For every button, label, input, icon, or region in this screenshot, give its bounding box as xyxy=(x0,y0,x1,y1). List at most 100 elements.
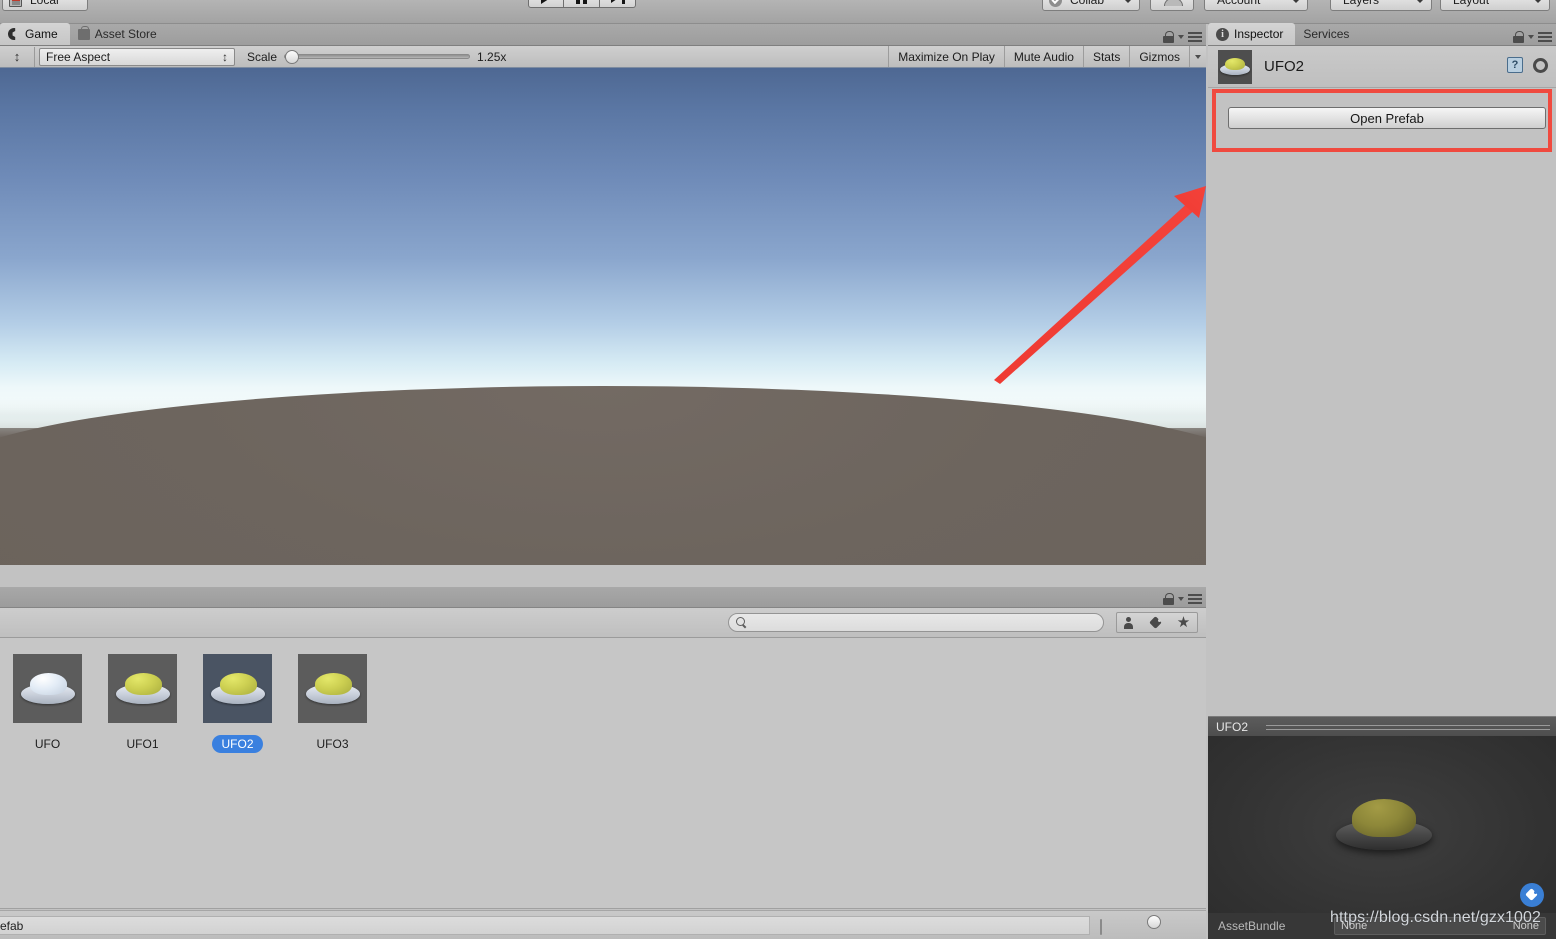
tab-inspector[interactable]: i Inspector xyxy=(1208,23,1296,45)
assetbundle-variant-value: None xyxy=(1512,920,1539,932)
chevron-down-icon[interactable] xyxy=(1178,597,1184,601)
asset-item-selected[interactable]: UFO2 xyxy=(190,654,285,753)
favorites-star-icon: ★ xyxy=(1176,614,1191,631)
play-button[interactable] xyxy=(528,0,564,8)
maximize-on-play-toggle[interactable]: Maximize On Play xyxy=(888,46,1004,67)
cloud-services-button[interactable] xyxy=(1150,0,1194,11)
filter-by-label-icon xyxy=(1150,617,1163,629)
chevron-down-icon[interactable] xyxy=(1528,35,1534,39)
hamburger-menu-icon[interactable] xyxy=(1538,32,1552,42)
open-prefab-button[interactable]: Open Prefab xyxy=(1228,107,1546,129)
thumbnail-zoom-slider[interactable] xyxy=(1100,915,1200,935)
help-icon[interactable]: ? xyxy=(1507,57,1523,73)
playback-controls xyxy=(528,0,636,8)
game-panel: Game Asset Store Free Aspect Scale xyxy=(0,23,1206,587)
chevron-down-icon xyxy=(1416,0,1424,3)
gizmos-label: Gizmos xyxy=(1139,49,1180,64)
assetbundle-value: None xyxy=(1341,920,1368,932)
sky-gradient xyxy=(0,68,1206,428)
label-tag-icon xyxy=(1526,889,1539,901)
asset-item[interactable]: UFO xyxy=(0,654,95,753)
aspect-ratio-dropdown[interactable]: Free Aspect xyxy=(39,47,235,66)
gizmos-dropdown[interactable] xyxy=(1189,46,1206,67)
tab-services[interactable]: Services xyxy=(1295,23,1361,45)
gear-icon[interactable] xyxy=(1533,57,1548,73)
preview-render[interactable]: AssetBundle None None xyxy=(1208,736,1556,939)
pause-button[interactable] xyxy=(564,0,600,8)
asset-thumbnail[interactable] xyxy=(108,654,177,723)
step-icon xyxy=(610,0,625,4)
collab-check-icon xyxy=(1049,0,1062,7)
search-field[interactable] xyxy=(728,613,1104,632)
inspector-panel: i Inspector Services UFO2 ? Open Prefab … xyxy=(1208,23,1556,939)
game-toolbar-right: Maximize On Play Mute Audio Stats Gizmos xyxy=(888,46,1206,67)
filter-by-label-button[interactable] xyxy=(1143,612,1171,633)
layout-dropdown[interactable]: Layout xyxy=(1440,0,1550,11)
collab-button[interactable]: Collab xyxy=(1042,0,1140,11)
layers-label: Layers xyxy=(1343,0,1380,7)
hamburger-menu-icon[interactable] xyxy=(1188,594,1202,604)
asset-thumbnail[interactable] xyxy=(203,654,272,723)
asset-label-button[interactable] xyxy=(1520,883,1544,907)
project-panel: ★ UFO UFO1 UFO2 UFO3 efab xyxy=(0,587,1206,939)
game-panel-tabstrip: Game Asset Store xyxy=(0,23,1206,46)
zoom-slider-track[interactable] xyxy=(1100,915,1161,935)
aspect-stepper[interactable] xyxy=(0,46,34,67)
stats-toggle[interactable]: Stats xyxy=(1082,46,1129,67)
pivot-rotation-toggle[interactable]: Local xyxy=(2,0,88,11)
project-panel-header-actions xyxy=(1163,593,1202,605)
asset-label: UFO3 xyxy=(316,737,349,751)
play-icon xyxy=(540,0,552,4)
step-button[interactable] xyxy=(600,0,636,8)
prefab-thumbnail-icon xyxy=(1218,49,1252,84)
chevron-down-icon[interactable] xyxy=(1178,35,1184,39)
preview-drag-handle[interactable] xyxy=(1266,725,1550,730)
account-label: Account xyxy=(1217,0,1261,7)
filter-by-type-button[interactable] xyxy=(1116,612,1144,633)
assetbundle-label: AssetBundle xyxy=(1218,919,1286,933)
asset-thumbnail[interactable] xyxy=(298,654,367,723)
tab-game[interactable]: Game xyxy=(0,23,70,45)
breadcrumb-path[interactable]: efab xyxy=(0,916,1090,935)
game-view-render[interactable] xyxy=(0,68,1206,565)
search-icon xyxy=(736,617,747,628)
assetbundle-dropdown[interactable]: None None xyxy=(1334,917,1546,935)
zoom-slider-handle[interactable] xyxy=(1147,915,1161,929)
terrain-ground xyxy=(0,386,1206,565)
scale-slider-handle[interactable] xyxy=(285,50,300,64)
inspector-header-actions xyxy=(1513,31,1552,43)
tab-asset-store-label: Asset Store xyxy=(94,27,157,41)
asset-thumbnail[interactable] xyxy=(13,654,82,723)
account-button[interactable]: Account xyxy=(1204,0,1308,11)
asset-item[interactable]: UFO1 xyxy=(95,654,190,753)
project-footer: efab xyxy=(0,910,1206,939)
inspector-object-header: UFO2 ? xyxy=(1208,46,1556,88)
preview-header[interactable]: UFO2 xyxy=(1208,716,1556,736)
lock-icon[interactable] xyxy=(1163,31,1174,43)
lock-icon[interactable] xyxy=(1163,593,1174,605)
tab-asset-store[interactable]: Asset Store xyxy=(70,23,169,45)
mute-audio-toggle[interactable]: Mute Audio xyxy=(1003,46,1083,67)
favorites-button[interactable]: ★ xyxy=(1170,612,1198,633)
search-input[interactable] xyxy=(751,614,1081,631)
ufo-preview-model xyxy=(1336,798,1432,850)
asset-grid-area[interactable]: UFO UFO1 UFO2 UFO3 xyxy=(0,638,1206,909)
project-toolbar: ★ xyxy=(0,608,1206,638)
divider xyxy=(34,46,35,67)
tab-game-label: Game xyxy=(25,27,58,41)
collab-label: Collab xyxy=(1070,0,1105,7)
maximize-on-play-label: Maximize On Play xyxy=(898,49,995,64)
scale-value: 1.25x xyxy=(477,49,507,64)
layers-dropdown[interactable]: Layers xyxy=(1330,0,1432,11)
asset-grid: UFO UFO1 UFO2 UFO3 xyxy=(0,654,380,753)
chevron-down-icon xyxy=(1534,0,1542,3)
hamburger-menu-icon[interactable] xyxy=(1188,32,1202,42)
info-icon: i xyxy=(1216,27,1229,41)
lock-icon[interactable] xyxy=(1513,31,1524,43)
asset-item[interactable]: UFO3 xyxy=(285,654,380,753)
asset-preview-panel: UFO2 AssetBundle None None xyxy=(1208,716,1556,939)
preview-title: UFO2 xyxy=(1216,719,1249,734)
scale-slider[interactable] xyxy=(284,50,471,64)
mute-audio-label: Mute Audio xyxy=(1013,49,1074,64)
gizmos-toggle[interactable]: Gizmos xyxy=(1129,46,1189,67)
